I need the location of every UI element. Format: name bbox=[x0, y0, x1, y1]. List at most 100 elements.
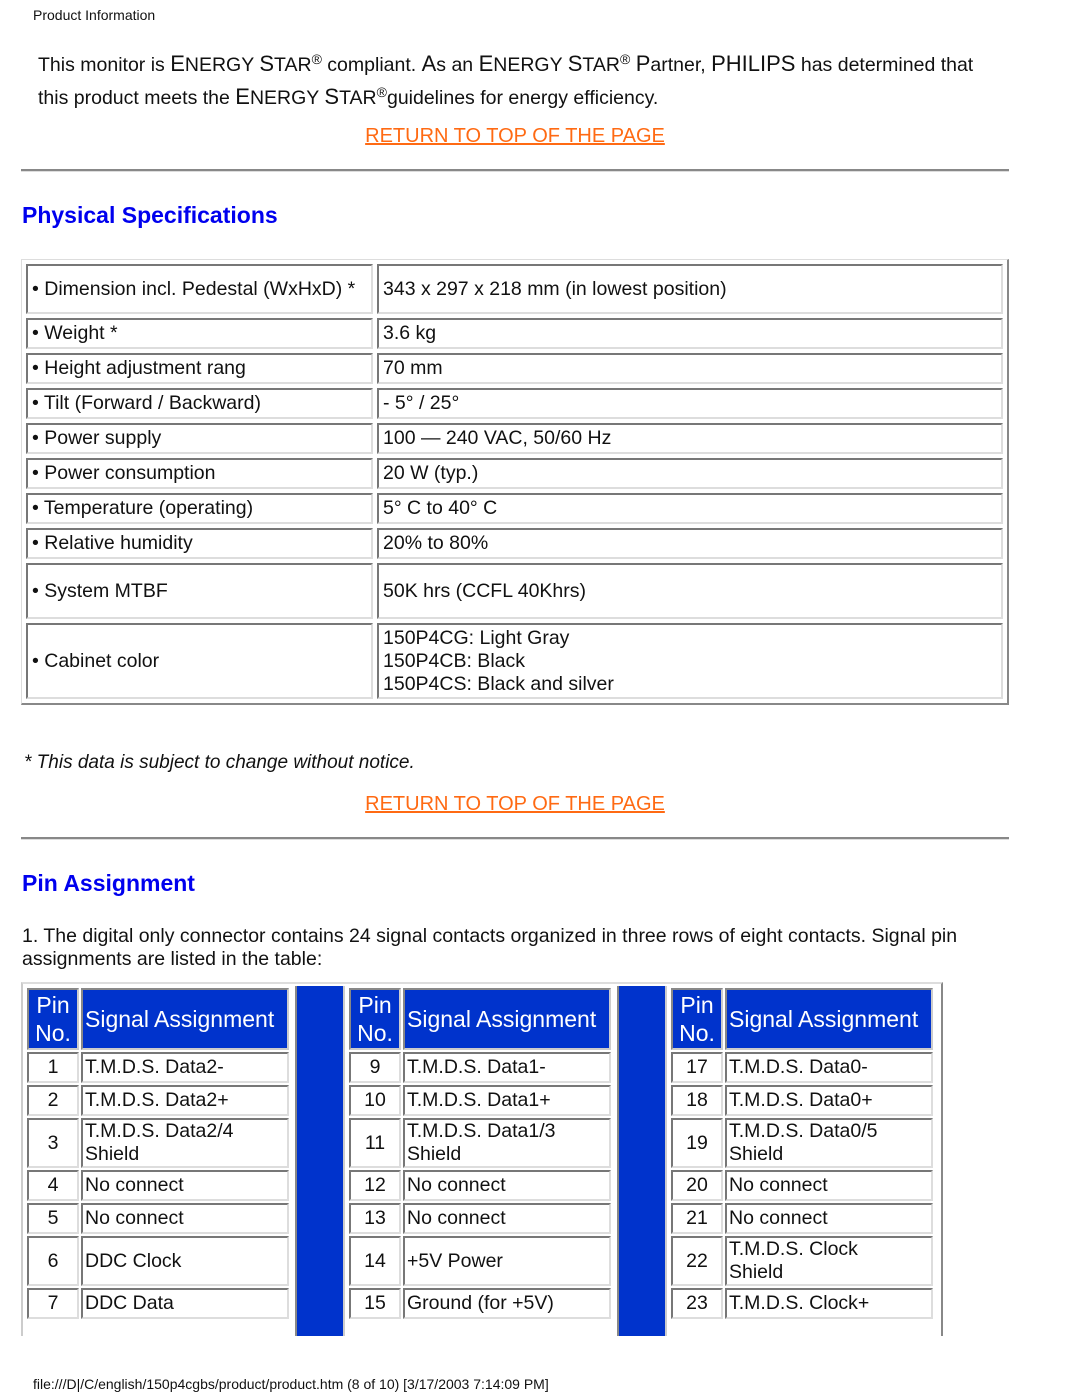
physical-specifications-heading: Physical Specifications bbox=[22, 202, 278, 228]
pin-signal: T.M.D.S. Data0/5 Shield bbox=[725, 1118, 933, 1168]
text: TAR bbox=[582, 54, 620, 76]
text: NERGY bbox=[249, 87, 325, 109]
return-to-top-link[interactable]: RETURN TO TOP OF THE PAGE bbox=[0, 793, 1030, 816]
spec-label: • Cabinet color bbox=[26, 623, 373, 699]
spec-label: • System MTBF bbox=[26, 563, 373, 619]
page-header-title: Product Information bbox=[33, 7, 156, 23]
text: artner, bbox=[650, 54, 712, 76]
signal-line: Shield bbox=[729, 1261, 784, 1283]
signal-line: No connect bbox=[85, 1207, 184, 1229]
pin-row: 13 No connect bbox=[349, 1203, 611, 1234]
text: S bbox=[567, 51, 583, 76]
pin-row: 14 +5V Power bbox=[349, 1236, 611, 1286]
text: NERGY bbox=[184, 54, 260, 76]
pin-number: 10 bbox=[349, 1085, 401, 1116]
spec-value: 20 W (typ.) bbox=[377, 458, 1003, 489]
pin-number: 23 bbox=[671, 1288, 723, 1319]
header-line: No. bbox=[357, 1020, 393, 1046]
registered-mark: ® bbox=[619, 51, 631, 67]
pin-number: 15 bbox=[349, 1288, 401, 1319]
signal-line: T.M.D.S. Data1/3 bbox=[407, 1120, 556, 1142]
pin-row: 22 T.M.D.S. Clock Shield bbox=[671, 1236, 933, 1286]
signal-line: No connect bbox=[407, 1174, 506, 1196]
spec-row: • System MTBF 50K hrs (CCFL 40Khrs) bbox=[26, 563, 1003, 619]
pin-number: 11 bbox=[349, 1118, 401, 1168]
pin-signal: No connect bbox=[81, 1203, 289, 1234]
pin-row: 7 DDC Data bbox=[27, 1288, 289, 1319]
pin-row: 15 Ground (for +5V) bbox=[349, 1288, 611, 1319]
pin-signal: No connect bbox=[403, 1203, 611, 1234]
pin-table-header: Pin No. Signal Assignment bbox=[671, 988, 933, 1050]
signal-line: No connect bbox=[729, 1207, 828, 1229]
text: guidelines for energy efficiency. bbox=[386, 87, 659, 109]
spec-value: 100 — 240 VAC, 50/60 Hz bbox=[377, 423, 1003, 454]
pin-table-header: Pin No. Signal Assignment bbox=[27, 988, 289, 1050]
text: This monitor is bbox=[38, 54, 171, 76]
spec-value: 5° C to 40° C bbox=[377, 493, 1003, 524]
pin-row: 23 T.M.D.S. Clock+ bbox=[671, 1288, 933, 1319]
signal-line: T.M.D.S. Data1+ bbox=[407, 1089, 551, 1111]
spec-label: • Tilt (Forward / Backward) bbox=[26, 388, 373, 419]
spec-row: • Relative humidity 20% to 80% bbox=[26, 528, 1003, 559]
spec-row: • Tilt (Forward / Backward) - 5° / 25° bbox=[26, 388, 1003, 419]
pin-row: 6 DDC Clock bbox=[27, 1236, 289, 1286]
pin-number-header: Pin No. bbox=[349, 988, 401, 1050]
pin-signal: T.M.D.S. Data2/4 Shield bbox=[81, 1118, 289, 1168]
pin-number: 3 bbox=[27, 1118, 79, 1168]
spec-value: 20% to 80% bbox=[377, 528, 1003, 559]
spec-label: • Dimension incl. Pedestal (WxHxD) * bbox=[26, 264, 373, 314]
return-to-top-link[interactable]: RETURN TO TOP OF THE PAGE bbox=[0, 125, 1030, 148]
spec-label: • Power supply bbox=[26, 423, 373, 454]
pin-assignment-intro: 1. The digital only connector contains 2… bbox=[22, 925, 958, 970]
physical-specs-table: • Dimension incl. Pedestal (WxHxD) * 343 … bbox=[21, 259, 1009, 705]
pin-table: Pin No. Signal Assignment 17 T.M.D.S. Data0-… bbox=[669, 986, 935, 1321]
pin-row: 11 T.M.D.S. Data1/3 Shield bbox=[349, 1118, 611, 1168]
pin-number: 21 bbox=[671, 1203, 723, 1234]
header-line: Pin bbox=[36, 992, 70, 1018]
pin-number: 9 bbox=[349, 1052, 401, 1083]
spec-label: • Weight * bbox=[26, 318, 373, 349]
signal-line: T.M.D.S. Data1- bbox=[407, 1056, 546, 1078]
pin-assignment-tables: Pin No. Signal Assignment 1 T.M.D.S. Data2- 2… bbox=[21, 982, 943, 1336]
spec-value: 3.6 kg bbox=[377, 318, 1003, 349]
divider bbox=[21, 169, 1009, 172]
footer-file-path: file:///D|/C/english/150p4cgbs/product/p… bbox=[33, 1376, 549, 1392]
pin-signal: T.M.D.S. Clock+ bbox=[725, 1288, 933, 1319]
spec-value: 70 mm bbox=[377, 353, 1003, 384]
text: s an bbox=[436, 54, 479, 76]
pin-number: 12 bbox=[349, 1170, 401, 1201]
signal-line: T.M.D.S. Data0/5 bbox=[729, 1120, 878, 1142]
pin-signal: T.M.D.S. Data2+ bbox=[81, 1085, 289, 1116]
spec-value-line: 150P4CS: Black and silver bbox=[383, 672, 614, 695]
text: E bbox=[170, 51, 185, 76]
text: TAR bbox=[339, 87, 377, 109]
pin-signal: T.M.D.S. Data0- bbox=[725, 1052, 933, 1083]
brand-name: PHILIPS bbox=[711, 51, 796, 76]
spec-label: • Power consumption bbox=[26, 458, 373, 489]
pin-row: 19 T.M.D.S. Data0/5 Shield bbox=[671, 1118, 933, 1168]
pin-number: 14 bbox=[349, 1236, 401, 1286]
spec-label: • Temperature (operating) bbox=[26, 493, 373, 524]
spec-label: • Relative humidity bbox=[26, 528, 373, 559]
text: TAR bbox=[274, 54, 312, 76]
spec-row: • Weight * 3.6 kg bbox=[26, 318, 1003, 349]
spec-row: • Height adjustment rang 70 mm bbox=[26, 353, 1003, 384]
pin-signal: DDC Data bbox=[81, 1288, 289, 1319]
registered-mark: ® bbox=[376, 84, 387, 100]
pin-row: 2 T.M.D.S. Data2+ bbox=[27, 1085, 289, 1116]
pin-number: 2 bbox=[27, 1085, 79, 1116]
pin-assignment-heading: Pin Assignment bbox=[22, 870, 195, 896]
signal-line: T.M.D.S. Clock bbox=[729, 1238, 858, 1260]
signal-assignment-header: Signal Assignment bbox=[725, 988, 933, 1050]
pin-number: 13 bbox=[349, 1203, 401, 1234]
header-line: No. bbox=[35, 1020, 71, 1046]
pin-number: 4 bbox=[27, 1170, 79, 1201]
pin-row: 18 T.M.D.S. Data0+ bbox=[671, 1085, 933, 1116]
blue-separator-column bbox=[295, 986, 345, 1336]
pin-number-header: Pin No. bbox=[27, 988, 79, 1050]
pin-number: 19 bbox=[671, 1118, 723, 1168]
signal-line: DDC Clock bbox=[85, 1249, 182, 1272]
spec-row: • Dimension incl. Pedestal (WxHxD) * 343 … bbox=[26, 264, 1003, 314]
pin-signal: No connect bbox=[403, 1170, 611, 1201]
header-line: Pin bbox=[358, 992, 392, 1018]
